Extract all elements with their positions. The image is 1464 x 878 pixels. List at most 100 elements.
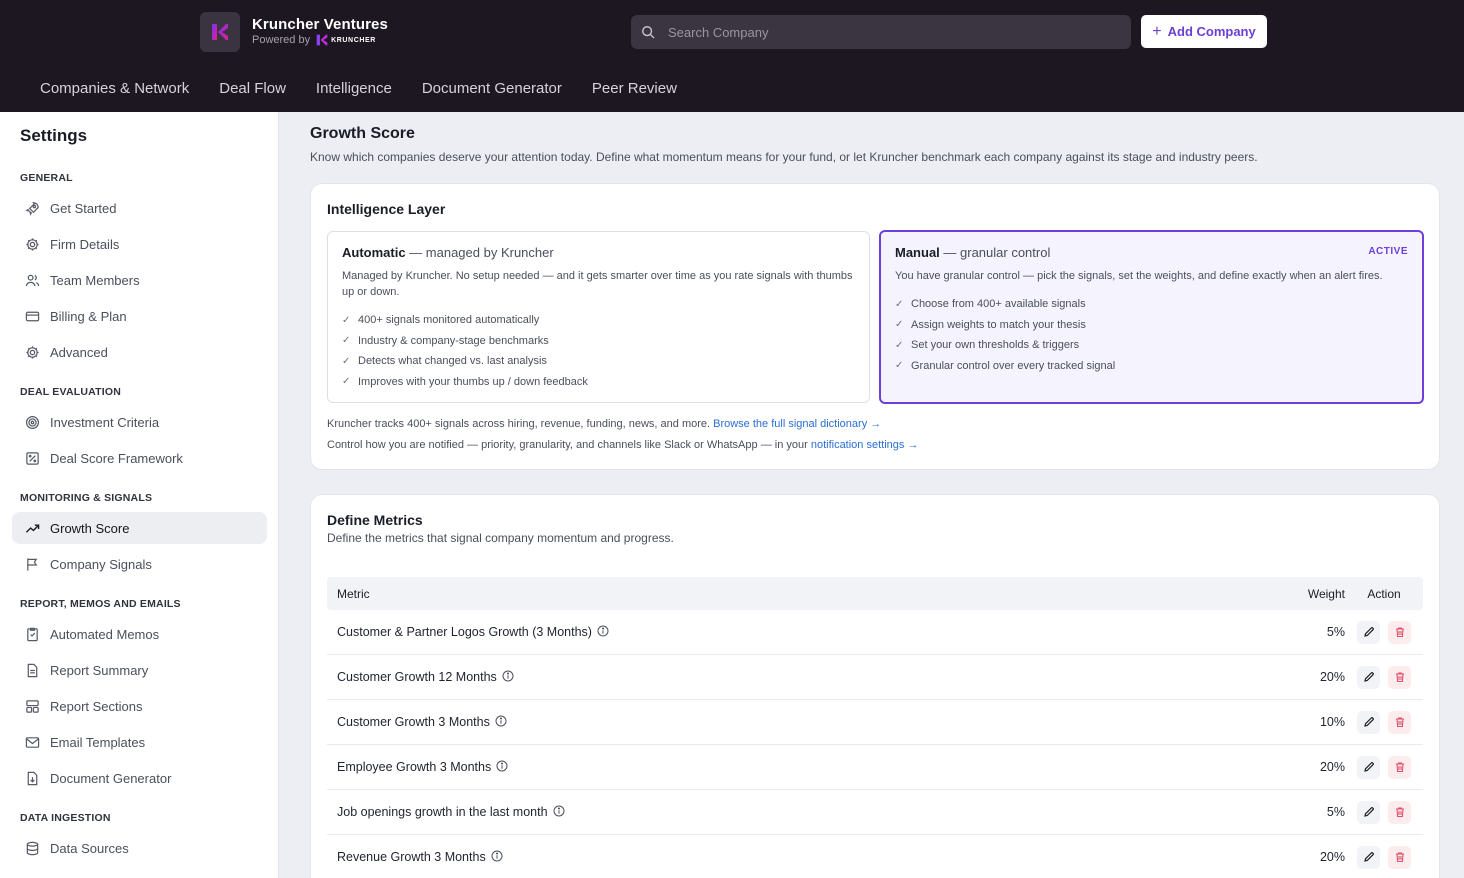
- weight-cell: 20%: [1319, 670, 1345, 684]
- sidebar-item-label: Investment Criteria: [50, 414, 160, 430]
- sidebar-item-billing-plan[interactable]: Billing & Plan: [12, 300, 267, 332]
- trash-icon: [1395, 672, 1404, 683]
- weight-cell: 20%: [1319, 760, 1345, 774]
- check-icon: ✓: [895, 339, 904, 351]
- delete-button[interactable]: [1388, 665, 1411, 689]
- column-header-weight: Weight: [1307, 586, 1345, 601]
- table-row: Customer & Partner Logos Growth (3 Month…: [327, 610, 1423, 655]
- feature-text: Improves with your thumbs up / down feed…: [358, 375, 588, 388]
- pencil-icon: [1363, 852, 1374, 862]
- nav-document-generator[interactable]: Document Generator: [422, 80, 562, 97]
- sidebar-item-document-generator[interactable]: Document Generator: [12, 762, 267, 794]
- sidebar-item-firm-details[interactable]: Firm Details: [12, 228, 267, 260]
- active-badge: ACTIVE: [1368, 246, 1408, 257]
- manual-option-name: Manual: [895, 245, 940, 260]
- sidebar-item-label: Company Signals: [50, 556, 152, 572]
- sidebar-item-email-templates[interactable]: Email Templates: [12, 726, 267, 758]
- nav-deal-flow[interactable]: Deal Flow: [219, 80, 286, 97]
- edit-button[interactable]: [1357, 755, 1380, 779]
- table-row: Customer Growth 12 Months 20%: [327, 655, 1423, 700]
- sidebar-item-company-signals[interactable]: Company Signals: [12, 548, 267, 580]
- automatic-option-heading: Automatic — managed by Kruncher: [342, 245, 855, 260]
- sidebar-item-automated-memos[interactable]: Automated Memos: [12, 618, 267, 650]
- automatic-option-description: Managed by Kruncher. No setup needed — a…: [342, 270, 853, 298]
- feature-text: Set your own thresholds & triggers: [911, 339, 1080, 352]
- notification-settings-link[interactable]: notification settings →: [811, 439, 919, 451]
- metric-cell: Job openings growth in the last month: [327, 805, 1265, 820]
- edit-button[interactable]: [1357, 665, 1380, 689]
- search-input[interactable]: [668, 24, 1108, 40]
- sidebar-item-report-sections[interactable]: Report Sections: [12, 690, 267, 722]
- metric-cell: Revenue Growth 3 Months: [327, 850, 1265, 865]
- mail-icon: [24, 734, 40, 750]
- automatic-option[interactable]: Automatic — managed by Kruncher Managed …: [327, 231, 870, 403]
- section-data-ingestion: DATA INGESTION: [20, 812, 111, 824]
- delete-button[interactable]: [1388, 755, 1411, 779]
- sidebar-item-label: Firm Details: [50, 236, 120, 252]
- nav-companies-network[interactable]: Companies & Network: [40, 80, 189, 97]
- sidebar-item-growth-score[interactable]: Growth Score: [12, 512, 267, 544]
- nav-intelligence[interactable]: Intelligence: [316, 80, 392, 97]
- nav-peer-review[interactable]: Peer Review: [592, 80, 677, 97]
- manual-option[interactable]: ACTIVE Manual — granular control You hav…: [879, 230, 1424, 404]
- check-icon: ✓: [895, 360, 904, 372]
- info-icon[interactable]: [553, 805, 565, 820]
- sidebar-item-deal-score-framework[interactable]: Deal Score Framework: [12, 442, 267, 474]
- metric-name: Revenue Growth 3 Months: [337, 850, 486, 864]
- kruncher-mini-logo-icon: [316, 34, 328, 46]
- gear-icon: [24, 236, 40, 252]
- gear-icon: [24, 344, 40, 360]
- delete-button[interactable]: [1388, 710, 1411, 734]
- trash-icon: [1395, 627, 1404, 638]
- trash-icon: [1395, 807, 1404, 818]
- action-cell: [1345, 620, 1423, 644]
- sidebar-item-label: Report Summary: [50, 662, 149, 678]
- info-icon[interactable]: [491, 850, 503, 865]
- manual-feature-list: ✓ Choose from 400+ available signals ✓ Ass…: [895, 294, 1408, 376]
- powered-by-logo: KRUNCHER: [316, 34, 376, 46]
- sidebar-item-get-started[interactable]: Get Started: [12, 192, 267, 224]
- trash-icon: [1395, 717, 1404, 728]
- info-icon[interactable]: [597, 625, 609, 640]
- pencil-icon: [1363, 762, 1374, 772]
- info-icon[interactable]: [495, 715, 507, 730]
- edit-button[interactable]: [1357, 620, 1380, 644]
- info-icon[interactable]: [496, 760, 508, 775]
- check-icon: ✓: [342, 376, 351, 388]
- add-company-button[interactable]: + Add Company: [1141, 15, 1267, 48]
- edit-button[interactable]: [1357, 845, 1380, 869]
- kruncher-logo-icon: [212, 24, 228, 40]
- plus-icon: +: [1152, 22, 1162, 40]
- delete-button[interactable]: [1388, 800, 1411, 824]
- sidebar-item-advanced[interactable]: Advanced: [12, 336, 267, 368]
- edit-button[interactable]: [1357, 800, 1380, 824]
- metric-cell: Customer & Partner Logos Growth (3 Month…: [327, 625, 1265, 640]
- trending-up-icon: [24, 520, 40, 536]
- list-item: ✓ Industry & company-stage benchmarks: [342, 331, 855, 352]
- pencil-icon: [1363, 717, 1374, 727]
- sidebar-item-team-members[interactable]: Team Members: [12, 264, 267, 296]
- action-cell: [1345, 755, 1423, 779]
- brand-logo[interactable]: [200, 12, 240, 52]
- search-bar[interactable]: [631, 15, 1131, 49]
- table-row: Revenue Growth 3 Months 20%: [327, 835, 1423, 878]
- sidebar-item-data-sources[interactable]: Data Sources: [12, 832, 267, 864]
- metric-name: Customer & Partner Logos Growth (3 Month…: [337, 625, 592, 639]
- sidebar-item-investment-criteria[interactable]: Investment Criteria: [12, 406, 267, 438]
- add-company-label: Add Company: [1167, 24, 1256, 39]
- users-icon: [24, 272, 40, 288]
- sidebar-item-report-summary[interactable]: Report Summary: [12, 654, 267, 686]
- check-icon: ✓: [895, 298, 904, 310]
- edit-button[interactable]: [1357, 710, 1380, 734]
- delete-button[interactable]: [1388, 620, 1411, 644]
- manual-option-suffix: — granular control: [939, 245, 1051, 260]
- metric-name: Customer Growth 3 Months: [337, 715, 490, 729]
- signal-dictionary-link[interactable]: Browse the full signal dictionary →: [713, 418, 881, 430]
- delete-button[interactable]: [1388, 845, 1411, 869]
- manual-option-heading: Manual — granular control: [895, 245, 1408, 260]
- list-item: ✓ 400+ signals monitored automatically: [342, 310, 855, 331]
- define-metrics-card: Define Metrics Define the metrics that s…: [310, 494, 1440, 878]
- sidebar-item-label: Report Sections: [50, 698, 143, 714]
- info-icon[interactable]: [502, 670, 514, 685]
- rocket-icon: [24, 200, 40, 216]
